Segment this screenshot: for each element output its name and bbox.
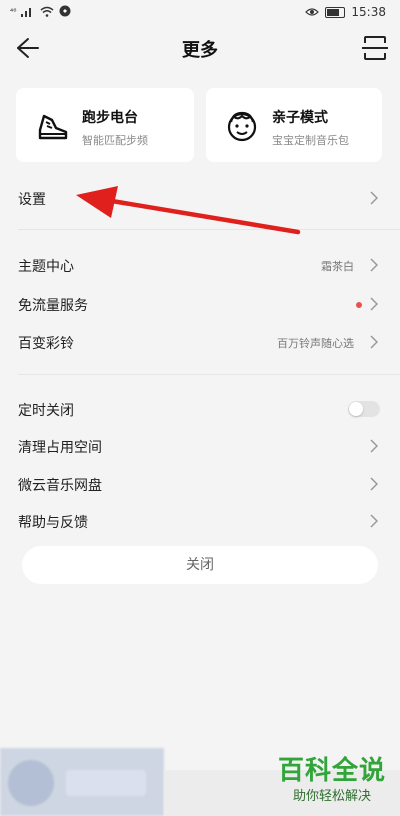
row-label: 免流量服务	[18, 298, 88, 314]
row-value: 霜茶白	[321, 260, 354, 273]
red-dot-badge	[356, 302, 362, 308]
watermark-subtitle: 助你轻松解决	[292, 789, 371, 804]
top-bar: 更多	[0, 26, 400, 72]
ringtone-row[interactable]: 百变彩铃 百万铃声随心选	[0, 324, 400, 360]
scan-icon[interactable]	[360, 32, 390, 64]
signal-label: ⁴⁶	[10, 6, 17, 16]
chevron-right-icon	[370, 439, 378, 453]
data-free-service-row[interactable]: 免流量服务	[0, 286, 400, 322]
card-title: 跑步电台	[82, 110, 138, 126]
chevron-right-icon	[370, 297, 378, 311]
notification-icon	[59, 5, 71, 17]
chevron-right-icon	[370, 477, 378, 491]
row-value: 百万铃声随心选	[277, 337, 354, 350]
card-title: 亲子模式	[272, 110, 328, 126]
mini-player-blurred	[0, 748, 164, 816]
close-button[interactable]: 关闭	[22, 546, 378, 584]
help-feedback-row[interactable]: 帮助与反馈	[0, 503, 400, 539]
sleep-timer-row[interactable]: 定时关闭	[0, 391, 400, 427]
status-time: 15:38	[351, 5, 386, 19]
row-label: 百变彩铃	[18, 336, 74, 352]
divider	[18, 374, 400, 375]
battery-icon	[325, 6, 346, 18]
row-label: 帮助与反馈	[18, 515, 88, 531]
theme-center-row[interactable]: 主题中心 霜茶白	[0, 247, 400, 283]
card-subtitle: 宝宝定制音乐包	[272, 134, 349, 147]
chevron-right-icon	[370, 191, 378, 205]
row-label: 主题中心	[18, 259, 74, 275]
chevron-right-icon	[370, 335, 378, 349]
running-shoe-icon	[38, 114, 68, 140]
clear-storage-row[interactable]: 清理占用空间	[0, 428, 400, 464]
row-label: 微云音乐网盘	[18, 478, 102, 494]
settings-row[interactable]: 设置	[0, 180, 400, 216]
sleep-timer-toggle[interactable]	[348, 401, 380, 417]
cloud-drive-row[interactable]: 微云音乐网盘	[0, 466, 400, 502]
status-bar: ⁴⁶ 15:38	[0, 0, 400, 26]
card-subtitle: 智能匹配步频	[82, 134, 148, 147]
chevron-right-icon	[370, 514, 378, 528]
wifi-icon	[40, 6, 54, 17]
kids-mode-card[interactable]: 亲子模式 宝宝定制音乐包	[206, 88, 382, 162]
watermark-logo: 百科全说 助你轻松解决	[272, 750, 392, 804]
signal-bars-icon	[21, 7, 32, 17]
row-label: 定时关闭	[18, 403, 74, 419]
page-title: 更多	[182, 40, 218, 61]
child-face-icon	[227, 111, 257, 142]
eye-comfort-icon	[305, 8, 320, 16]
running-radio-card[interactable]: 跑步电台 智能匹配步频	[16, 88, 194, 162]
row-label: 设置	[18, 192, 46, 208]
chevron-right-icon	[370, 258, 378, 272]
divider	[18, 229, 400, 230]
watermark-title: 百科全说	[277, 756, 386, 786]
row-label: 清理占用空间	[18, 440, 102, 456]
